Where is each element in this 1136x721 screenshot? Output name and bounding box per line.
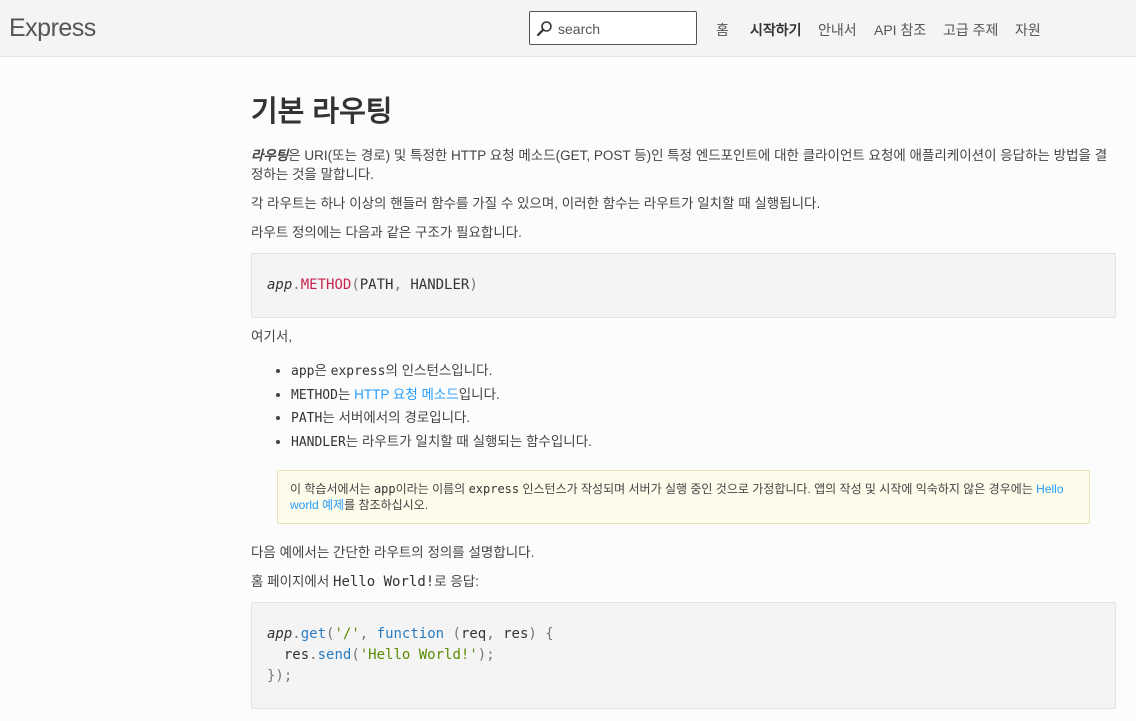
intro-text: 은 URI(또는 경로) 및 특정한 HTTP 요청 메소드(GET, POST… <box>251 148 1108 182</box>
handlers-paragraph: 각 라우트는 하나 이상의 핸들러 함수를 가질 수 있으며, 이러한 함수는 … <box>251 196 821 211</box>
code-comma: , <box>393 277 402 293</box>
nav-home[interactable]: 홈 <box>716 20 729 40</box>
list-item: METHOD는 HTTP 요청 메소드입니다. <box>291 384 592 408</box>
hello-world-code-block: app.get('/', function (req, res) { res.s… <box>251 602 1116 709</box>
search-icon <box>536 21 552 37</box>
nav-guide[interactable]: 안내서 <box>818 20 857 40</box>
home-response-paragraph: 홈 페이지에서 Hello World!로 응답: <box>251 574 479 590</box>
nav-getting-started[interactable]: 시작하기 <box>750 20 802 40</box>
list-item: HANDLER는 라우트가 일치할 때 실행되는 함수입니다. <box>291 431 592 455</box>
search-box[interactable] <box>529 11 697 45</box>
code-method: METHOD <box>300 277 352 293</box>
code-path: PATH <box>359 277 394 293</box>
info-note: 이 학습서에서는 app이라는 이름의 express 인스턴스가 작성되며 서… <box>277 470 1090 524</box>
routing-term: 라우팅 <box>251 148 289 163</box>
http-methods-link[interactable]: HTTP 요청 메소드 <box>354 387 459 402</box>
definition-list: app은 express의 인스턴스입니다. METHOD는 HTTP 요청 메… <box>273 360 592 454</box>
where-label: 여기서, <box>251 329 293 344</box>
list-item: app은 express의 인스턴스입니다. <box>291 360 592 384</box>
page-title: 기본 라우팅 <box>251 96 393 128</box>
code-app: app <box>267 277 293 293</box>
list-item: PATH는 서버에서의 경로입니다. <box>291 407 592 431</box>
code-close-paren: ) <box>469 277 478 293</box>
code-handler: HANDLER <box>410 277 470 293</box>
code-line-2: res.send('Hello World!'); <box>283 647 495 663</box>
nav-api-reference[interactable]: API 참조 <box>874 20 926 40</box>
code-open-paren: ( <box>351 277 360 293</box>
code-line-3: }); <box>267 668 293 684</box>
nav-advanced-topics[interactable]: 고급 주제 <box>943 20 998 40</box>
structure-paragraph: 라우트 정의에는 다음과 같은 구조가 필요합니다. <box>251 225 522 240</box>
code-dot: . <box>292 277 301 293</box>
example-intro: 다음 예에서는 간단한 라우트의 정의를 설명합니다. <box>251 545 535 560</box>
code-line-1: app.get('/', function (req, res) { <box>267 626 554 642</box>
express-logo[interactable]: Express <box>9 14 96 43</box>
hello-world-code: Hello World! <box>333 574 435 590</box>
route-structure-code: app.METHOD(PATH, HANDLER) <box>251 253 1116 318</box>
intro-paragraph: 라우팅은 URI(또는 경로) 및 특정한 HTTP 요청 메소드(GET, P… <box>251 146 1113 184</box>
site-header: Express 홈 시작하기 안내서 API 참조 고급 주제 자원 <box>0 0 1136 57</box>
nav-resources[interactable]: 자원 <box>1015 20 1041 40</box>
search-input[interactable] <box>556 18 695 40</box>
